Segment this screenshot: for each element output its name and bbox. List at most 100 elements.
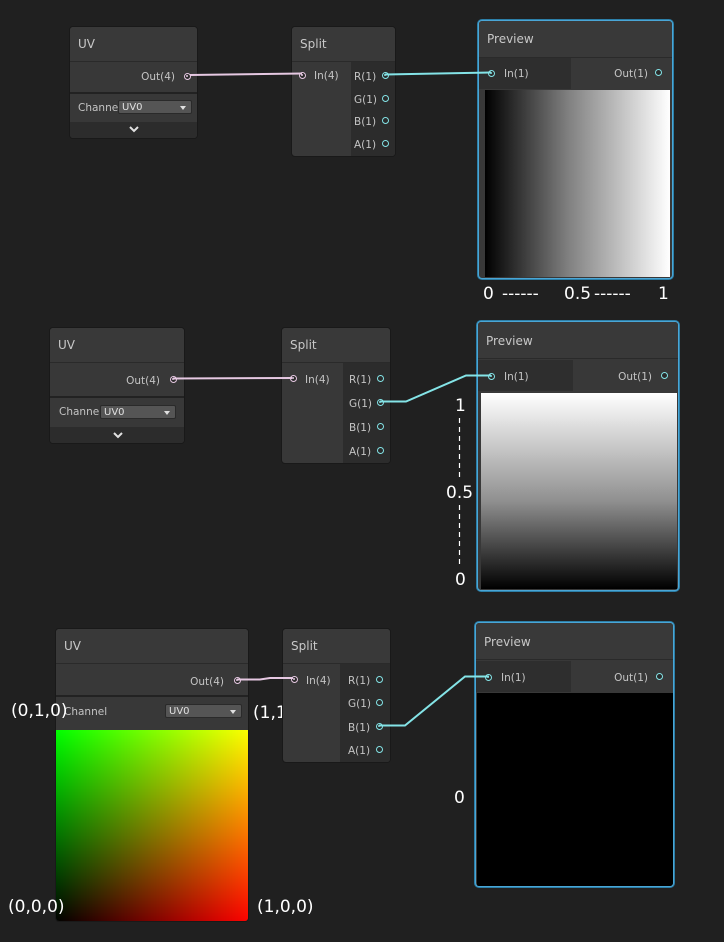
channel-label: Channe [59,406,100,418]
split-out-a-label: A(1) [354,139,377,151]
preview-in-port[interactable] [488,373,495,380]
channel-value: UV0 [104,407,125,418]
preview-out-label: Out(1) [614,68,648,80]
uv-node-title: UV [50,328,184,363]
triangle-down-icon [180,106,186,110]
split-out-b-port[interactable] [376,723,383,730]
uv-out-label: Out(4) [126,375,160,387]
triangle-down-icon [230,710,236,714]
preview-in-label: In(1) [501,672,526,684]
split-out-g-port[interactable] [382,95,389,102]
uv-out-port[interactable] [170,376,177,383]
uv-node-1[interactable]: UV Out(4) Channe UV0 [69,26,198,139]
split-in-label: In(4) [306,675,331,687]
annotation-x-1: 1 [658,284,669,304]
split-out-a-port[interactable] [377,447,384,454]
preview-out-port[interactable] [656,673,663,680]
split-out-b-label: B(1) [349,422,372,434]
split-out-g-port[interactable] [376,699,383,706]
split-in-port[interactable] [291,676,298,683]
uv-node-title: UV [56,629,248,664]
split-node-title: Split [292,27,395,62]
preview-out-label: Out(1) [614,672,648,684]
preview-node-2[interactable]: Preview In(1) Out(1) [477,321,679,591]
wire-uv-to-split-1 [189,72,303,76]
preview-node-title: Preview [478,322,678,359]
uv-out-label: Out(4) [190,676,224,688]
preview-out-port[interactable] [655,69,662,76]
corner-top-left: (0,1,0) [11,701,68,721]
split-out-r-label: R(1) [348,675,371,687]
preview-image [481,393,677,589]
split-in-label: In(4) [305,374,330,386]
preview-image [477,693,673,886]
preview-node-title: Preview [479,21,672,58]
preview-in-label: In(1) [504,371,529,383]
split-out-a-port[interactable] [376,746,383,753]
split-out-b-port[interactable] [382,117,389,124]
preview-out-label: Out(1) [618,371,652,383]
uv-out-label: Out(4) [141,71,175,83]
preview-node-title: Preview [476,623,673,660]
annotation-y-0: 0 [455,570,466,590]
uv-node-3[interactable]: UV Out(4) Channel UV0 [55,628,249,922]
split-in-port[interactable] [290,375,297,382]
uv-node-2[interactable]: UV Out(4) Channe UV0 [49,327,185,444]
channel-dropdown[interactable]: UV0 [165,704,242,718]
split-out-r-label: R(1) [354,71,377,83]
uv-preview-image [56,730,248,921]
split-out-g-port[interactable] [377,399,384,406]
channel-value: UV0 [122,102,143,113]
triangle-down-icon [164,411,170,415]
split-out-a-label: A(1) [349,446,372,458]
split-out-a-port[interactable] [382,140,389,147]
corner-bottom-right: (1,0,0) [257,897,314,917]
annotation-x-dashes-left: ------ [502,284,539,304]
preview-node-1[interactable]: Preview In(1) Out(1) [478,20,673,279]
split-node-1[interactable]: Split In(4) R(1) G(1) B(1) A(1) [291,26,396,157]
wire-split-g-to-preview-2 [380,374,491,403]
uv-node-title: UV [70,27,197,62]
split-out-a-label: A(1) [348,745,371,757]
split-node-3[interactable]: Split In(4) R(1) G(1) B(1) A(1) [282,628,391,763]
chevron-down-icon[interactable] [112,430,124,443]
preview-image [485,90,670,277]
split-out-r-port[interactable] [382,72,389,79]
split-node-title: Split [283,629,390,664]
split-node-title: Split [282,328,390,363]
channel-label: Channel [64,706,108,718]
wire-split-b-to-preview-3 [379,675,489,727]
split-out-b-label: B(1) [348,722,371,734]
split-in-label: In(4) [314,70,339,82]
annotation-x-0: 0 [483,284,494,304]
split-out-b-port[interactable] [377,423,384,430]
split-out-g-label: G(1) [348,698,372,710]
split-in-port[interactable] [299,72,306,79]
preview-out-port[interactable] [661,372,668,379]
uv-out-port[interactable] [234,677,241,684]
split-out-b-label: B(1) [354,116,377,128]
split-out-g-label: G(1) [349,398,373,410]
channel-dropdown[interactable]: UV0 [100,405,176,419]
preview-in-port[interactable] [485,674,492,681]
annotation-y-05: 0.5 [446,483,474,503]
wire-uv-to-split-2 [172,377,293,380]
annotation-x-dashes-right: ------ [594,284,631,304]
preview-in-label: In(1) [504,68,529,80]
split-out-r-label: R(1) [349,374,372,386]
channel-dropdown[interactable]: UV0 [118,100,192,114]
channel-value: UV0 [169,706,190,717]
split-node-2[interactable]: Split In(4) R(1) G(1) B(1) A(1) [281,327,391,464]
split-out-r-port[interactable] [377,375,384,382]
split-out-r-port[interactable] [376,676,383,683]
corner-bottom-left: (0,0,0) [8,897,65,917]
wire-split-r-to-preview-1 [384,71,492,76]
uv-out-port[interactable] [184,73,191,80]
chevron-down-icon[interactable] [128,124,140,137]
split-out-g-label: G(1) [354,94,378,106]
annotation-value-0: 0 [454,788,465,808]
preview-node-3[interactable]: Preview In(1) Out(1) [475,622,674,887]
annotation-y-1: 1 [455,396,466,416]
preview-in-port[interactable] [488,70,495,77]
channel-label: Channe [78,102,119,114]
